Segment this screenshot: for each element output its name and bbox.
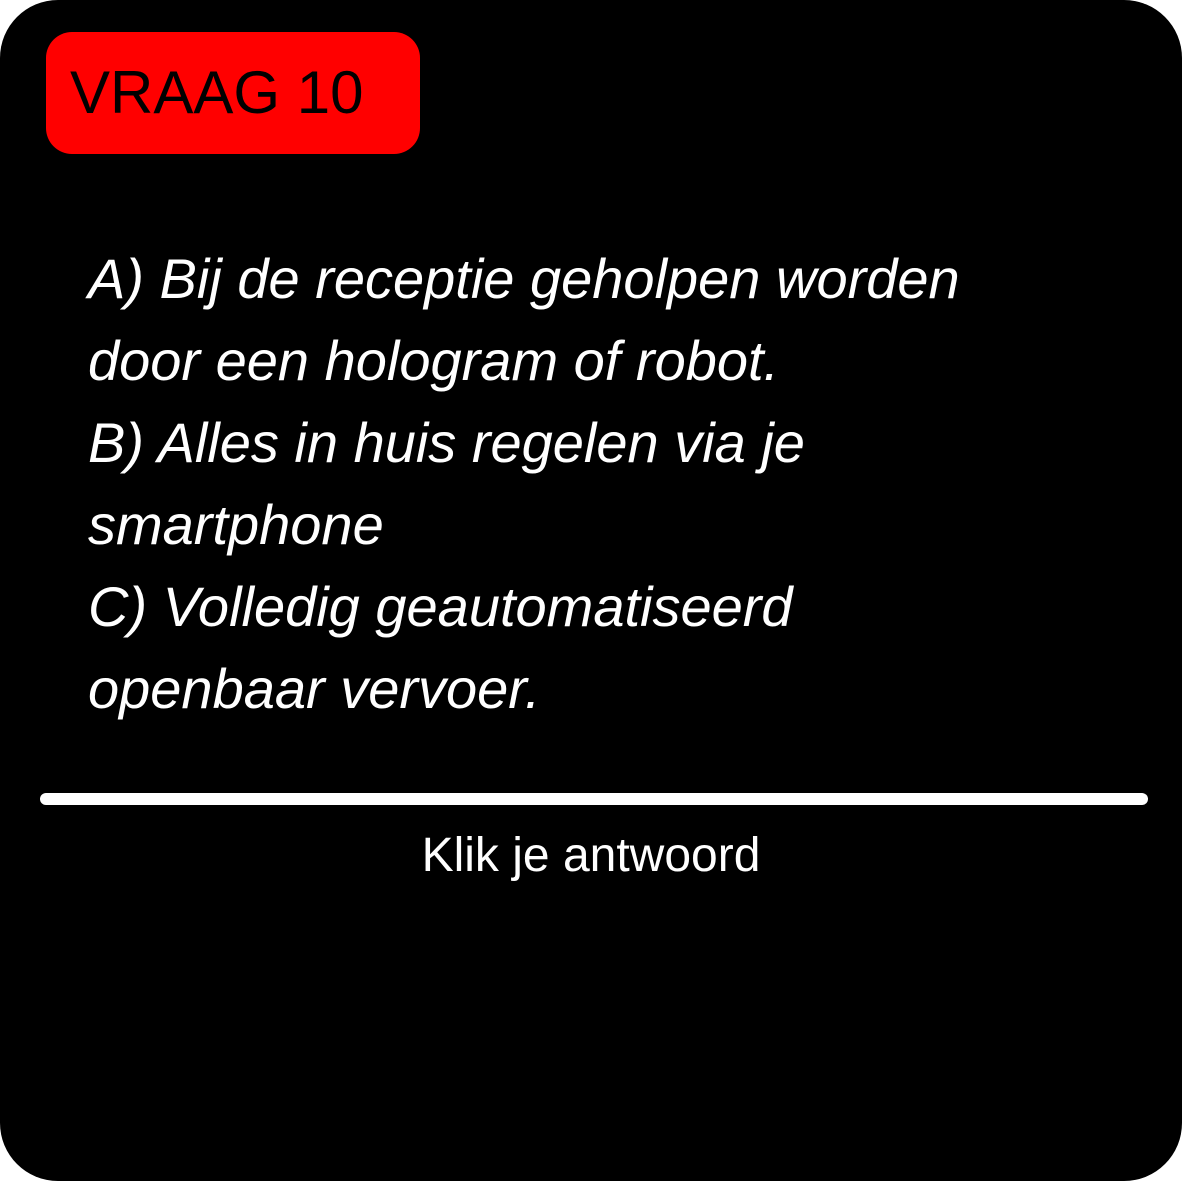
answer-option-a[interactable]: A) Bij de receptie geholpen worden door … (88, 238, 1128, 402)
divider (40, 793, 1148, 805)
question-number-label: VRAAG 10 (70, 59, 364, 126)
quiz-card: VRAAG 10 A) Bij de receptie geholpen wor… (0, 0, 1182, 1181)
answer-option-b-line-2: smartphone (88, 493, 384, 556)
answer-options: A) Bij de receptie geholpen worden door … (88, 238, 1128, 730)
answer-option-b-line-1: B) Alles in huis regelen via je (88, 411, 805, 474)
question-number-badge: VRAAG 10 (46, 32, 420, 154)
answer-option-c-line-2: openbaar vervoer. (88, 657, 541, 720)
answer-option-a-line-2: door een hologram of robot. (88, 329, 780, 392)
answer-option-a-line-1: A) Bij de receptie geholpen worden (88, 247, 960, 310)
answer-option-b[interactable]: B) Alles in huis regelen via je smartpho… (88, 402, 1128, 566)
answer-option-c-line-1: C) Volledig geautomatiseerd (88, 575, 793, 638)
instruction-text: Klik je antwoord (421, 829, 761, 882)
answer-option-c[interactable]: C) Volledig geautomatiseerd openbaar ver… (88, 566, 1128, 730)
